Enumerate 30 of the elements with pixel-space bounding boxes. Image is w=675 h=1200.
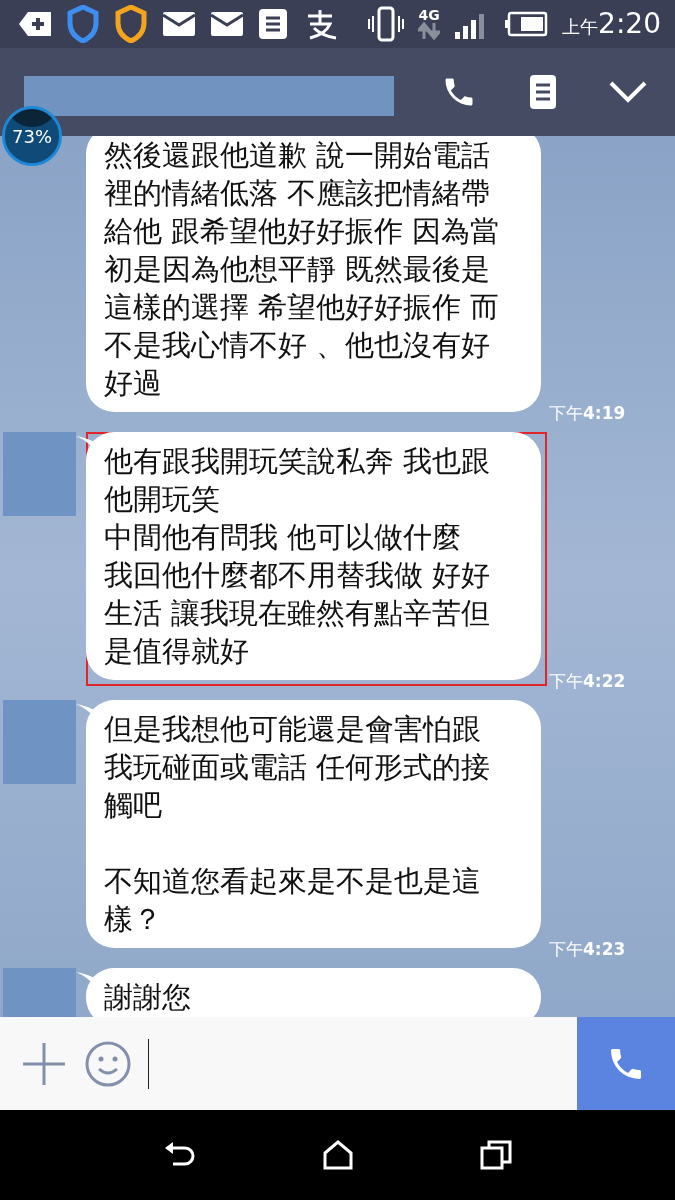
message-time: 下午4:22 (549, 669, 626, 693)
recent-apps-icon[interactable] (480, 1140, 513, 1170)
plus-icon[interactable] (22, 1041, 66, 1086)
vibrate-icon (368, 6, 405, 42)
network-type: 4G (418, 8, 440, 22)
message-text: 中間他有問我 他可以做什麼 (104, 519, 463, 556)
message-time: 下午4:23 (549, 937, 626, 961)
home-icon[interactable] (322, 1140, 355, 1170)
message-text: 我回他什麼都不用替我做 好好生活 讓我現在雖然有點辛苦但是值得就好 (104, 557, 492, 670)
document-icon (258, 8, 288, 40)
chevron-down-icon[interactable] (609, 80, 647, 104)
call-button[interactable] (577, 1017, 675, 1110)
mail-icon (210, 11, 244, 37)
clock-period: 上午 (562, 16, 599, 37)
shield-icon (66, 5, 100, 43)
data-arrows-icon (418, 22, 441, 40)
message-time: 下午4:19 (549, 401, 626, 425)
mail-icon (162, 11, 196, 37)
add-tag-icon (18, 11, 52, 37)
notes-icon[interactable] (529, 74, 557, 110)
smiley-icon[interactable] (84, 1039, 132, 1088)
message-text: 然後還跟他道歉 說一開始電話裡的情緒低落 不應該把情緒帶給他 跟希望他好好振作 因為當初是因為他想平靜 既然最後是這樣的選擇 希望他好好振作 而不是我心情不好 、他也沒有好好過 (104, 137, 501, 402)
shield-icon (114, 5, 148, 43)
message-text: 謝謝您 (104, 979, 192, 1016)
clock-time: 2:20 (598, 7, 661, 40)
message-text: 但是我想他可能還是會害怕跟我玩碰面或電話 任何形式的接觸吧 (104, 711, 492, 824)
message-text: 他有跟我開玩笑說私奔 我也跟他開玩笑 (104, 443, 492, 518)
widget-text: 73% (12, 124, 52, 149)
battery-icon (504, 11, 549, 37)
message-text: 不知道您看起來是不是也是這樣？ (104, 863, 482, 938)
